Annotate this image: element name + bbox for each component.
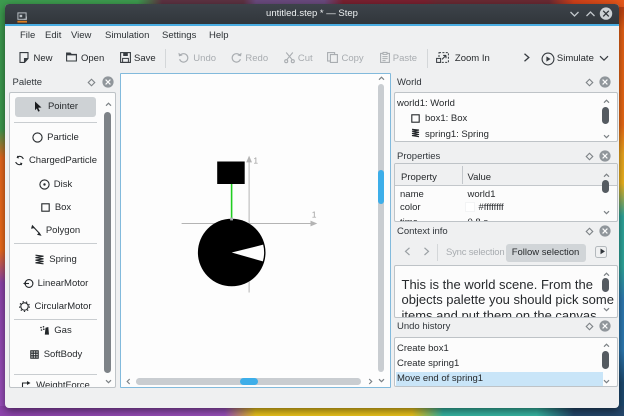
svg-text:1: 1 bbox=[312, 209, 317, 219]
svg-text:1: 1 bbox=[253, 155, 258, 165]
